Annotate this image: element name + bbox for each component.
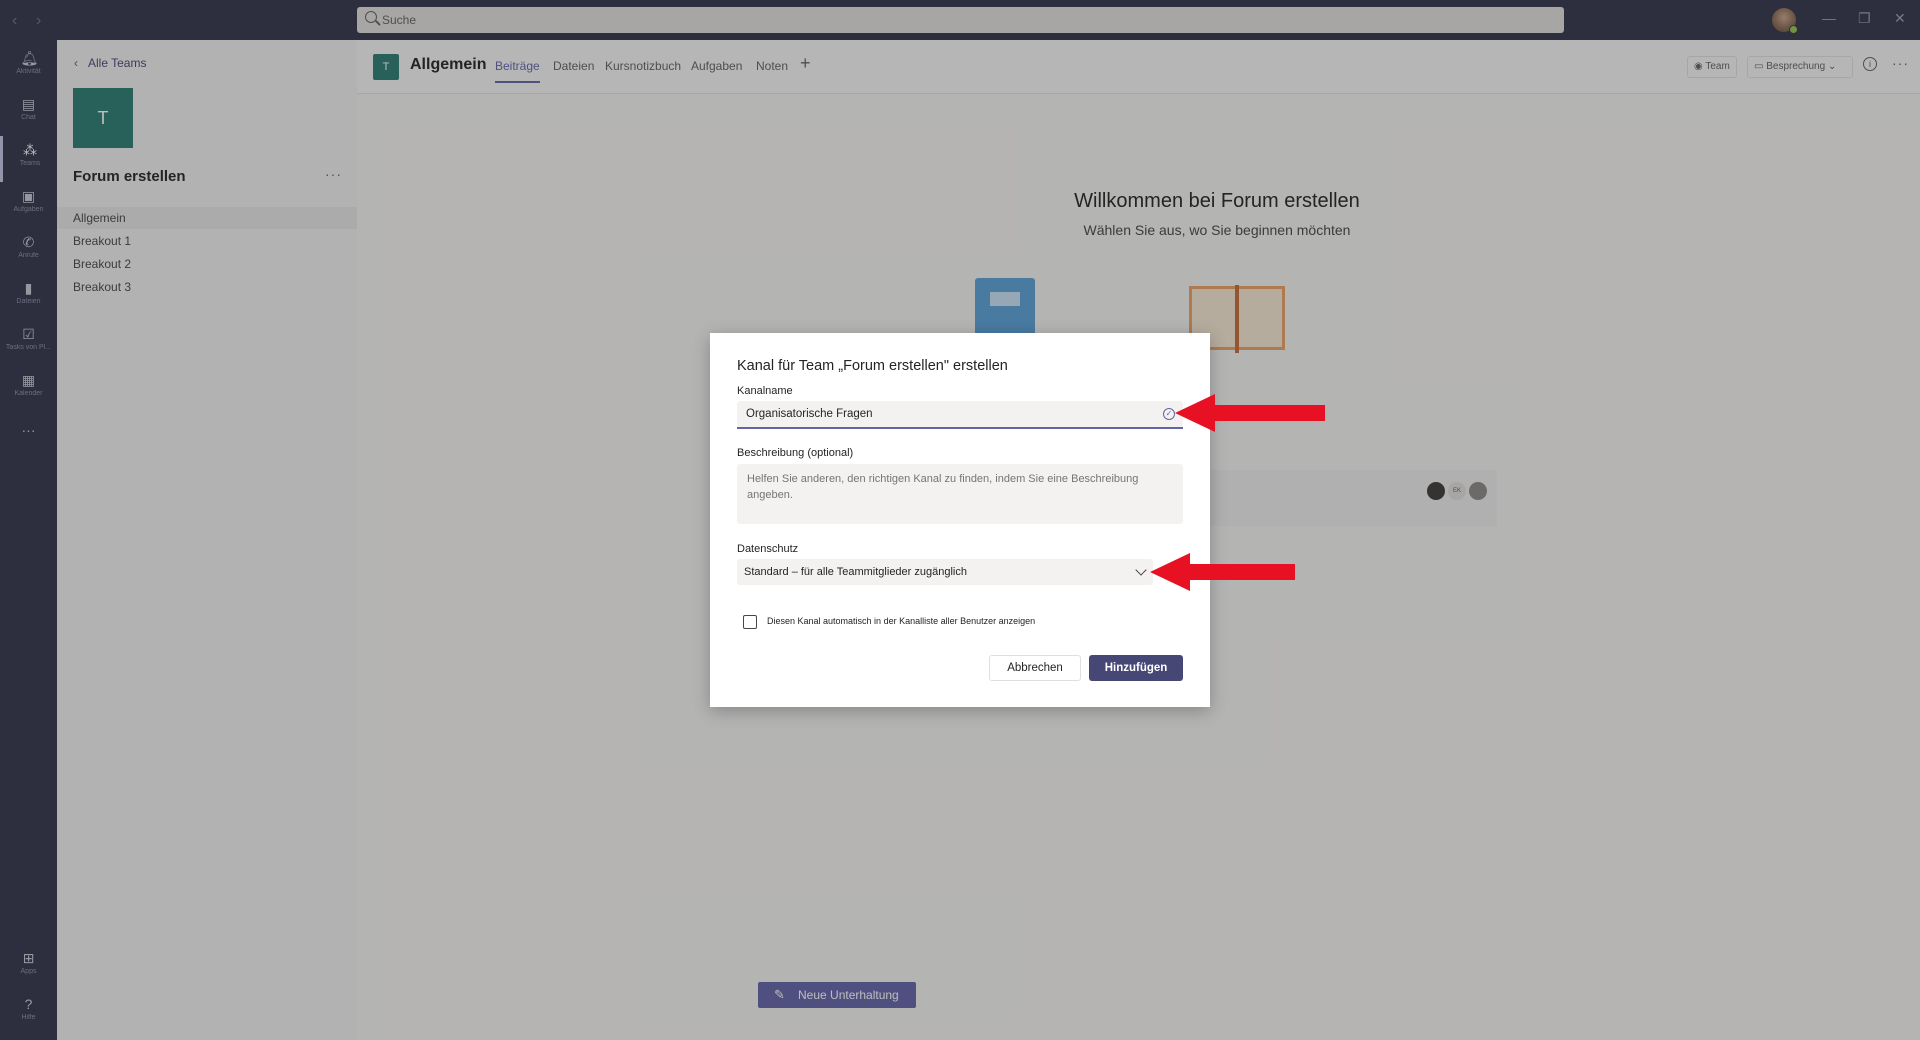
create-channel-dialog: Kanal für Team „Forum erstellen" erstell…	[710, 333, 1210, 707]
cancel-button[interactable]: Abbrechen	[989, 655, 1081, 681]
privacy-dropdown[interactable]: Standard – für alle Teammitglieder zugän…	[737, 559, 1153, 585]
privacy-label: Datenschutz	[737, 543, 799, 555]
annotation-arrow-icon	[1150, 553, 1295, 591]
checkmark-icon: ✓	[1163, 408, 1175, 420]
privacy-selected-value: Standard – für alle Teammitglieder zugän…	[744, 566, 967, 578]
show-channel-label: Diesen Kanal automatisch in der Kanallis…	[767, 616, 1036, 626]
description-label: Beschreibung (optional)	[737, 447, 854, 459]
description-input[interactable]	[737, 464, 1183, 524]
dialog-title: Kanal für Team „Forum erstellen" erstell…	[737, 358, 1008, 374]
annotation-arrow-icon	[1175, 394, 1325, 432]
channel-name-input[interactable]	[737, 401, 1183, 429]
channel-name-label: Kanalname	[737, 385, 793, 397]
add-button[interactable]: Hinzufügen	[1089, 655, 1183, 681]
chevron-down-icon	[1135, 564, 1147, 576]
show-channel-checkbox[interactable]	[743, 615, 757, 629]
